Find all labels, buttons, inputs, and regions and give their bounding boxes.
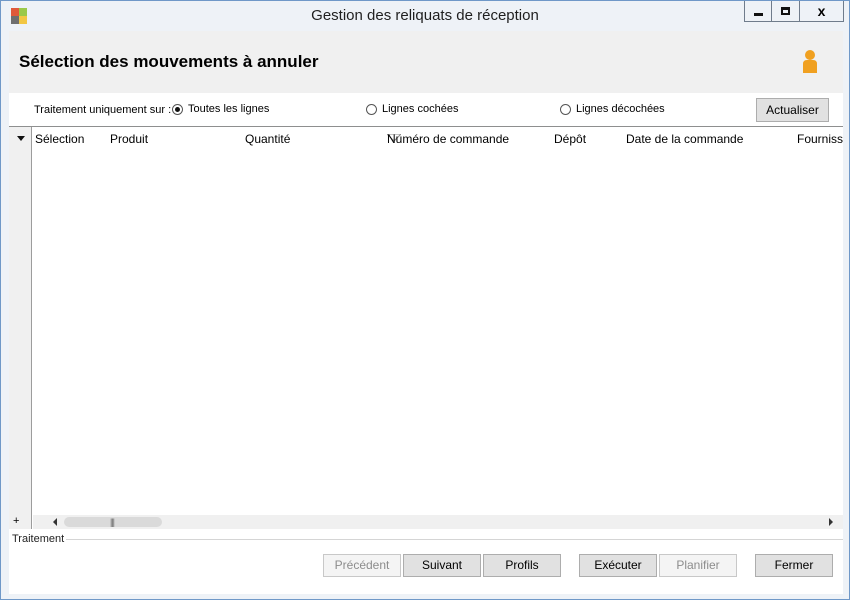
close-button[interactable]: Fermer	[755, 554, 833, 577]
close-window-button[interactable]: x	[800, 1, 844, 22]
maximize-icon	[781, 7, 790, 15]
horizontal-scrollbar[interactable]: |||	[33, 515, 843, 529]
add-row-button[interactable]: +	[13, 515, 19, 527]
movements-grid[interactable]: Sélection Produit Quantité Numéro de com…	[9, 126, 843, 529]
client-area: Sélection des mouvements à annuler Trait…	[9, 31, 843, 594]
page-title: Sélection des mouvements à annuler	[19, 52, 319, 71]
column-header-selection[interactable]: Sélection	[35, 132, 84, 146]
main-window: Gestion des reliquats de réception x Sél…	[0, 0, 850, 600]
maximize-button[interactable]	[772, 1, 800, 22]
column-header-depot[interactable]: Dépôt	[554, 132, 586, 146]
group-divider	[65, 539, 843, 540]
person-icon[interactable]	[801, 49, 819, 75]
execute-button[interactable]: Exécuter	[579, 554, 657, 577]
radio-unchecked-lines[interactable]: Lignes décochées	[560, 103, 665, 115]
column-header-order-number[interactable]: Numéro de commande	[387, 132, 509, 146]
radio-checked-lines-label: Lignes cochées	[382, 103, 459, 115]
minimize-button[interactable]	[744, 1, 772, 22]
grid-body[interactable]	[33, 149, 843, 515]
radio-all-lines-label: Toutes les lignes	[188, 103, 270, 115]
radio-indicator[interactable]	[172, 103, 183, 115]
scroll-right-icon[interactable]	[829, 518, 833, 526]
column-chooser-icon[interactable]	[17, 136, 25, 141]
scroll-left-icon[interactable]	[53, 518, 57, 526]
scrollbar-thumb[interactable]: |||	[64, 517, 162, 527]
previous-button[interactable]: Précédent	[323, 554, 401, 577]
title-bar[interactable]: Gestion des reliquats de réception x	[1, 1, 849, 31]
filter-label: Traitement uniquement sur :	[34, 104, 172, 116]
column-header-quantity[interactable]: Quantité	[245, 132, 290, 146]
processing-group-label: Traitement	[12, 533, 67, 545]
grid-header: Sélection Produit Quantité Numéro de com…	[33, 127, 843, 149]
column-header-order-date[interactable]: Date de la commande	[626, 132, 743, 146]
page-header: Sélection des mouvements à annuler	[9, 31, 843, 93]
refresh-button[interactable]: Actualiser	[756, 98, 829, 122]
next-button[interactable]: Suivant	[403, 554, 481, 577]
row-selector-column	[9, 127, 32, 529]
column-header-product[interactable]: Produit	[110, 132, 148, 146]
close-icon: x	[817, 3, 826, 19]
minimize-icon	[753, 12, 763, 16]
radio-checked-lines[interactable]: Lignes cochées	[366, 103, 458, 115]
profiles-button[interactable]: Profils	[483, 554, 561, 577]
radio-indicator[interactable]	[560, 103, 571, 115]
radio-unchecked-lines-label: Lignes décochées	[576, 103, 665, 115]
column-header-supplier[interactable]: Fourniss	[797, 132, 843, 146]
grip-icon: |||	[110, 517, 115, 527]
window-title: Gestion des reliquats de réception	[311, 7, 539, 24]
radio-indicator[interactable]	[366, 103, 377, 115]
radio-all-lines[interactable]: Toutes les lignes	[172, 103, 269, 115]
schedule-button[interactable]: Planifier	[659, 554, 737, 577]
filter-bar: Traitement uniquement sur : Toutes les l…	[9, 93, 843, 126]
